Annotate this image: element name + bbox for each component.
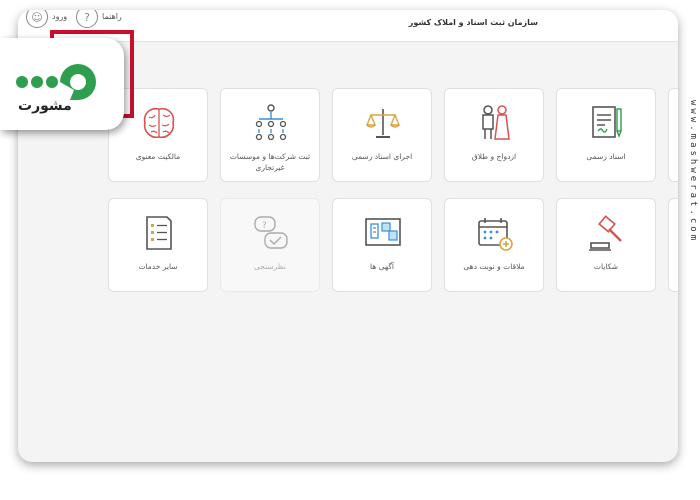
card-label: سایر خدمات [138,262,178,271]
help-icon[interactable]: ? [76,10,98,28]
help-link[interactable]: راهنما [102,12,122,21]
card-label: اسناد رسمی [586,152,626,161]
survey-bubbles-icon: ? [254,216,288,249]
bride-groom-icon [482,105,510,140]
card-label: شکایات [593,262,619,271]
scales-icon [365,109,401,138]
card-label: مالکیت معنوی [135,152,181,161]
card-marriage-divorce[interactable]: ازدواج و طلاق [444,88,544,182]
card-appointments[interactable]: ملاقات و نوبت دهی [444,198,544,292]
svg-text:?: ? [262,221,267,231]
logo-text: مشورت [18,98,72,114]
site-title: سازمان ثبت اسناد و املاک کشور [408,18,538,27]
card-other-services[interactable]: سایر خدمات [108,198,208,292]
card-enforcement[interactable]: اجرای اسناد رسمی [332,88,432,182]
login-link[interactable]: ورود [52,12,67,21]
card-label: ثبت شرکت‌ها و موسسات غیرتجاری [229,152,311,172]
card-official-documents[interactable]: اسناد رسمی [556,88,656,182]
card-survey[interactable]: ? نظرسنجی [220,198,320,292]
card-label: آگهی ها [370,262,394,271]
org-chart-icon [255,104,287,141]
card-label: ملاقات و نوبت دهی [463,262,525,271]
gavel-icon [589,215,622,251]
card-label: نظرسنجی [253,262,287,271]
card-company-registration[interactable]: ثبت شرکت‌ها و موسسات غیرتجاری [220,88,320,182]
logo-badge: مشورت [0,38,124,130]
document-pen-icon [592,106,622,138]
card-partial-right [668,88,678,182]
card-label: ازدواج و طلاق [471,152,517,161]
card-notices[interactable]: آگهی ها [332,198,432,292]
watermark-text: www.mashwerat.com [688,100,698,244]
user-icon[interactable]: ☺ [26,10,48,28]
checklist-icon [146,216,172,250]
notice-board-icon [365,218,401,246]
logo-icon [16,64,96,100]
calendar-add-icon [478,218,513,251]
card-partial-right-2 [668,198,678,292]
card-label: اجرای اسناد رسمی [351,152,413,161]
card-complaints[interactable]: شکایات [556,198,656,292]
brain-icon [143,107,175,139]
